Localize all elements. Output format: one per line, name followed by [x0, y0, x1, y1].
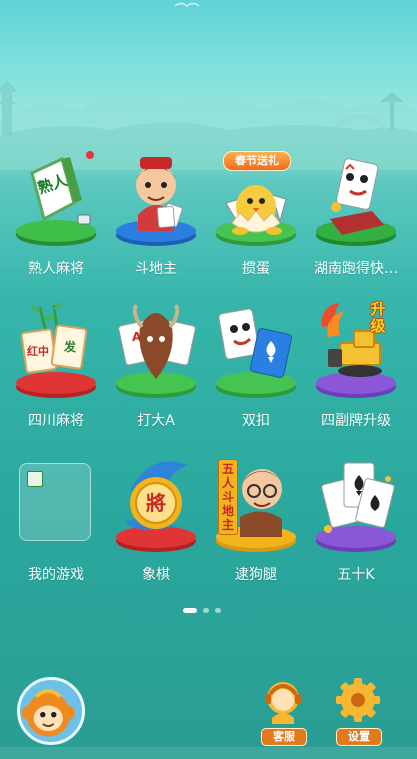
- notification-dot: [86, 151, 94, 159]
- card-character-icon: [316, 158, 396, 246]
- game-tile-my-games[interactable]: 我的游戏: [4, 451, 108, 601]
- game-label: 四川麻将: [28, 413, 84, 429]
- game-tile-dadaa[interactable]: A 打大A: [104, 297, 208, 447]
- upgrade-badge: 升级: [370, 300, 386, 335]
- my-games-icon: [19, 463, 91, 541]
- chinese-chess-piece-icon: 將: [116, 461, 196, 552]
- games-row: 熟人 熟人麻将 斗地主 春节送礼 掼蛋 湖南跑得快…: [0, 145, 417, 295]
- game-label: 湖南跑得快…: [314, 261, 398, 277]
- game-tile-shuren-mahjong[interactable]: 熟人 熟人麻将: [4, 145, 108, 295]
- game-label: 打大A: [137, 413, 175, 429]
- gear-icon: [336, 678, 380, 722]
- game-tile-sifupai-shengji[interactable]: 升级 四副牌升级: [304, 297, 408, 447]
- chess-piece-text: 將: [146, 491, 166, 515]
- games-row: 红中 发 四川麻将 A 打大A 双扣 升级 四副牌升级: [0, 297, 417, 447]
- settings-label: 设置: [336, 728, 382, 746]
- game-tile-shuangkou[interactable]: 双扣: [204, 297, 308, 447]
- user-avatar[interactable]: [17, 677, 85, 745]
- sichuan-mahjong-tiles-icon: 红中 发: [16, 301, 96, 398]
- game-label: 五十K: [337, 567, 375, 583]
- game-label: 象棋: [142, 567, 170, 583]
- mahjong-tile-icon: 熟人: [16, 151, 96, 246]
- games-row: 我的游戏 將 象棋 五人斗地主 逮狗腿 五十K: [0, 451, 417, 601]
- bottom-trim: [0, 747, 417, 759]
- playing-cards-icon: [316, 462, 396, 552]
- game-tile-daigoutui[interactable]: 五人斗地主 逮狗腿: [204, 451, 308, 601]
- settings-button[interactable]: 设置: [333, 674, 383, 746]
- page-dot[interactable]: [215, 608, 221, 613]
- game-label: 四副牌升级: [321, 413, 391, 429]
- game-label: 熟人麻将: [28, 261, 84, 277]
- game-label: 逮狗腿: [235, 567, 277, 583]
- game-tile-wushik[interactable]: 五十K: [304, 451, 408, 601]
- landlord-banner: 五人斗地主: [218, 459, 238, 535]
- card-characters-icon: [216, 308, 296, 398]
- ace-cards-bull-icon: A: [116, 304, 196, 398]
- game-tile-doudizhu[interactable]: 斗地主: [104, 145, 208, 295]
- game-label: 掼蛋: [242, 261, 270, 277]
- game-lobby: 熟人 熟人麻将 斗地主 春节送礼 掼蛋 湖南跑得快… 红中 发 四川麻将 A 打…: [0, 0, 417, 759]
- landlord-character-icon: [116, 157, 196, 246]
- game-tile-xiangqi[interactable]: 將 象棋: [104, 451, 208, 601]
- page-dot-active[interactable]: [183, 608, 197, 613]
- game-label: 斗地主: [135, 261, 177, 277]
- customer-service-label: 客服: [261, 728, 307, 746]
- game-label: 我的游戏: [28, 567, 84, 583]
- game-tile-guandan[interactable]: 春节送礼 掼蛋: [204, 145, 308, 295]
- bottom-bar: 客服 设置: [0, 660, 417, 759]
- customer-service-icon: [265, 682, 301, 724]
- game-tile-sichuan-mahjong[interactable]: 红中 发 四川麻将: [4, 297, 108, 447]
- mahjong-tile-text: 发: [63, 339, 77, 354]
- customer-service-button[interactable]: 客服: [258, 674, 308, 746]
- game-label: 双扣: [242, 413, 270, 429]
- game-tile-hunan-paodekuai[interactable]: 湖南跑得快…: [304, 145, 408, 295]
- page-dot[interactable]: [203, 608, 209, 613]
- monkey-avatar-icon: [21, 689, 75, 737]
- promo-badge: 春节送礼: [223, 151, 291, 171]
- mahjong-mini-icon: [27, 471, 43, 487]
- mahjong-tile-text: 红中: [27, 344, 49, 358]
